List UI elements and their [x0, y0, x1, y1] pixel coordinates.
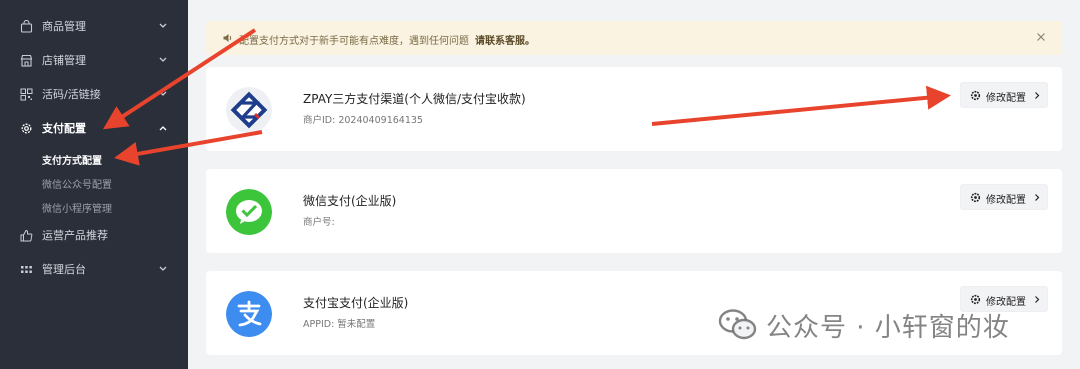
watermark: 公众号 · 小轩窗的妆 [718, 305, 1010, 345]
sidebar-item-label: 运营产品推荐 [42, 229, 108, 242]
submenu-item-payment-methods[interactable]: 支付方式配置 [42, 152, 102, 167]
contact-support-link[interactable]: 请联系客服。 [475, 36, 535, 47]
chevron-down-icon [158, 55, 168, 65]
chevron-down-icon [158, 89, 168, 99]
sidebar-item-label: 商品管理 [42, 20, 86, 33]
chevron-right-icon [1034, 295, 1042, 304]
sidebar-item-products[interactable]: 商品管理 [0, 9, 188, 43]
sidebar-item-product-recommend[interactable]: 运营产品推荐 [0, 218, 188, 252]
grid-icon [19, 262, 33, 276]
payment-card-zpay: ZPAY三方支付渠道(个人微信/支付宝收款) 商户ID: 20240409164… [206, 67, 1062, 151]
sidebar-item-store[interactable]: 店铺管理 [0, 43, 188, 77]
qr-icon [19, 87, 33, 101]
speaker-icon [222, 32, 234, 44]
payment-subtitle: APPID: 暂未配置 [303, 319, 376, 330]
payment-title: 微信支付(企业版) [303, 194, 397, 208]
notice-message: 配置支付方式对于新手可能有点难度，遇到任何问题 [239, 36, 469, 47]
gear-icon [970, 90, 981, 101]
sidebar: 商品管理 店铺管理 活码/活链接 支付配置 支付方式配置 微信公众号配置 微信小… [0, 0, 188, 369]
chevron-down-icon [158, 21, 168, 31]
notice-banner: 配置支付方式对于新手可能有点难度，遇到任何问题 请联系客服。 [206, 21, 1062, 55]
payment-card-wechat: 微信支付(企业版) 商户号: 修改配置 [206, 169, 1062, 253]
sidebar-item-label: 店铺管理 [42, 54, 86, 67]
alipay-logo [226, 291, 272, 337]
submenu-item-wechat-miniprogram[interactable]: 微信小程序管理 [42, 200, 112, 215]
sidebar-item-admin[interactable]: 管理后台 [0, 252, 188, 286]
payment-title: ZPAY三方支付渠道(个人微信/支付宝收款) [303, 92, 526, 106]
chevron-up-icon [158, 123, 168, 133]
wechat-logo-icon [718, 308, 758, 342]
chevron-right-icon [1034, 193, 1042, 202]
sidebar-item-payment-config[interactable]: 支付配置 [0, 111, 188, 145]
gear-icon [970, 192, 981, 203]
button-label: 修改配置 [986, 93, 1026, 104]
edit-config-button[interactable]: 修改配置 [960, 184, 1048, 210]
sidebar-item-label: 管理后台 [42, 263, 86, 276]
store-icon [19, 53, 33, 67]
sidebar-item-label: 活码/活链接 [42, 88, 101, 101]
thumbs-up-icon [19, 228, 33, 242]
notice-text: 配置支付方式对于新手可能有点难度，遇到任何问题 请联系客服。 [239, 32, 535, 47]
chevron-right-icon [1034, 91, 1042, 100]
button-label: 修改配置 [986, 195, 1026, 206]
payment-subtitle: 商户ID: 20240409164135 [303, 115, 423, 126]
gear-icon [19, 121, 33, 135]
watermark-text: 公众号 · 小轩窗的妆 [766, 312, 1010, 343]
sidebar-item-live-code[interactable]: 活码/活链接 [0, 77, 188, 111]
payment-subtitle: 商户号: [303, 217, 335, 228]
payment-title: 支付宝支付(企业版) [303, 296, 409, 310]
zpay-logo [226, 87, 272, 133]
sidebar-item-label: 支付配置 [42, 122, 86, 135]
gear-icon [970, 294, 981, 305]
submenu-item-wechat-official[interactable]: 微信公众号配置 [42, 176, 112, 191]
edit-config-button[interactable]: 修改配置 [960, 82, 1048, 108]
close-icon[interactable] [1034, 30, 1048, 44]
wechat-pay-logo [226, 189, 272, 235]
bag-icon [19, 19, 33, 33]
chevron-down-icon [158, 264, 168, 274]
